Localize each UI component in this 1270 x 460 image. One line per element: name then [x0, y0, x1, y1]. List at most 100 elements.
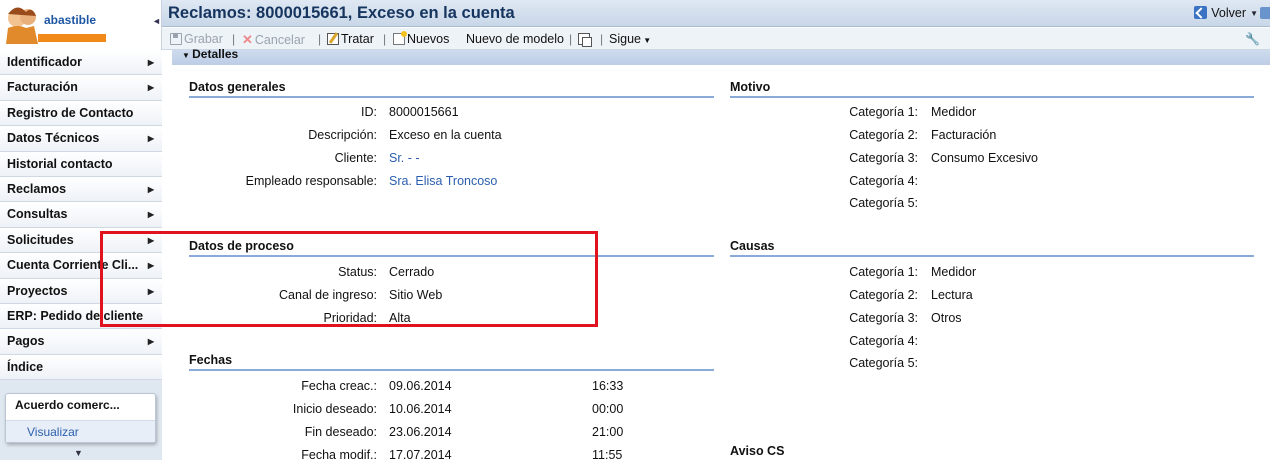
scroll-down-icon[interactable]: ▼: [74, 448, 83, 458]
chevron-right-icon: ▶: [147, 134, 154, 144]
new-from-model-button[interactable]: Nuevo de modelo: [466, 32, 564, 46]
next-button[interactable]: Sigue ▼: [609, 32, 651, 46]
sidebar-item-label: Consultas: [7, 207, 68, 222]
new-model-label: Nuevo de modelo: [466, 32, 564, 46]
new-button[interactable]: Nuevos: [393, 31, 449, 46]
motivo-cat2-value: Facturación: [931, 128, 997, 142]
copy-button[interactable]: [578, 32, 592, 47]
client-link[interactable]: Sr. - -: [389, 151, 420, 165]
highlight-box: [100, 231, 598, 327]
sidebar-nav: Identificador ▶ Facturación ▶ Registro de …: [0, 50, 162, 381]
visualizar-link[interactable]: Visualizar: [6, 420, 155, 442]
collapse-icon: ▼: [182, 51, 193, 60]
toolbar-separator: |: [600, 32, 604, 46]
sidebar-item-historial-contacto[interactable]: Historial contacto: [0, 151, 162, 177]
causa-cat3-value: Otros: [931, 311, 962, 325]
new-document-icon: [393, 31, 407, 45]
copy-icon: [578, 33, 592, 47]
chevron-right-icon: ▶: [147, 337, 154, 347]
toolbar-separator: |: [232, 32, 236, 46]
modified-date-value: 17.07.2014: [389, 448, 452, 460]
id-label: ID:: [361, 105, 377, 119]
logo-text: abastible: [44, 13, 96, 27]
sidebar-item-label: Índice: [7, 359, 44, 374]
edit-icon: [327, 33, 339, 45]
process-label: Tratar: [341, 32, 374, 46]
abastible-logo: abastible: [4, 4, 106, 44]
page-header: Reclamos: 8000015661, Exceso en la cuent…: [162, 0, 1270, 27]
page-title: Reclamos: 8000015661, Exceso en la cuent…: [168, 4, 515, 22]
quick-panel-title: Acuerdo comerc...: [15, 398, 120, 412]
description-value: Exceso en la cuenta: [389, 128, 502, 142]
id-value: 8000015661: [389, 105, 459, 119]
causa-cat3-label: Categoría 3:: [849, 311, 918, 325]
details-title-text: Detalles: [192, 47, 239, 61]
section-title-dates: Fechas: [189, 353, 714, 371]
back-icon: [1194, 6, 1208, 19]
toolbar-separator: |: [318, 32, 322, 46]
chevron-right-icon: ▶: [147, 210, 154, 220]
sidebar-item-datos-tecnicos[interactable]: Datos Técnicos ▶: [0, 126, 162, 152]
desired-end-label: Fin deseado:: [304, 425, 377, 439]
caret-down-icon[interactable]: ▼: [1250, 9, 1258, 18]
desired-start-value: 10.06.2014: [389, 402, 452, 416]
caret-down-icon: ▼: [640, 36, 652, 45]
sidebar-item-label: Pagos: [7, 334, 45, 349]
created-time-value: 16:33: [592, 379, 624, 393]
sidebar-item-label: Proyectos: [7, 283, 68, 298]
section-title-aviso: Aviso CS: [730, 444, 1254, 460]
cancel-button[interactable]: ✕ Cancelar: [242, 32, 305, 48]
details-title: ▼ Detalles: [182, 47, 238, 61]
motivo-cat1-value: Medidor: [931, 105, 977, 119]
causa-cat2-label: Categoría 2:: [849, 288, 918, 302]
desired-end-time: 21:00: [592, 425, 624, 439]
details-bar[interactable]: ▼ Detalles: [172, 47, 1270, 65]
modified-date-label: Fecha modif.:: [301, 448, 377, 460]
close-icon: ✕: [242, 32, 253, 47]
sidebar-item-registro-contacto[interactable]: Registro de Contacto: [0, 100, 162, 127]
client-label: Cliente:: [334, 151, 377, 165]
save-button[interactable]: Grabar: [170, 32, 223, 46]
sidebar-item-label: Facturación: [7, 80, 78, 95]
sidebar-item-pagos[interactable]: Pagos ▶: [0, 329, 162, 355]
desired-start-label: Inicio deseado:: [292, 402, 377, 416]
motivo-cat3-label: Categoría 3:: [849, 151, 918, 165]
sidebar: abastible ◄ Identificador ▶ Facturación ▶ …: [0, 0, 162, 460]
sidebar-item-indice[interactable]: Índice: [0, 354, 162, 381]
desired-start-time: 00:00: [592, 402, 624, 416]
back-label: Volver: [1211, 6, 1246, 20]
sidebar-item-label: Reclamos: [7, 181, 67, 196]
causa-cat1-value: Medidor: [931, 265, 977, 279]
desired-end-value: 23.06.2014: [389, 425, 452, 439]
created-date-value: 09.06.2014: [389, 379, 452, 393]
collapse-sidebar-icon[interactable]: ◄: [152, 16, 161, 26]
causa-cat5-label: Categoría 5:: [849, 356, 918, 370]
sidebar-item-reclamos[interactable]: Reclamos ▶: [0, 176, 162, 203]
section-title-causas: Causas: [730, 239, 1254, 257]
chevron-right-icon: ▶: [147, 58, 154, 67]
employee-link[interactable]: Sra. Elisa Troncoso: [389, 174, 497, 188]
motivo-cat3-value: Consumo Excesivo: [931, 151, 1038, 165]
back-button[interactable]: Volver: [1194, 6, 1246, 20]
logo-area: abastible: [0, 0, 152, 50]
section-title-motivo: Motivo: [730, 80, 1254, 98]
next-label: Sigue: [609, 32, 641, 46]
save-icon: [170, 33, 182, 45]
toolbar-separator: |: [383, 32, 387, 46]
process-button[interactable]: Tratar: [327, 32, 374, 46]
wrench-icon[interactable]: 🔧: [1245, 32, 1260, 46]
sidebar-item-label: Datos Técnicos: [7, 131, 100, 146]
save-label: Grabar: [184, 32, 223, 46]
causa-cat4-label: Categoría 4:: [849, 334, 918, 348]
quick-panel: Acuerdo comerc... Visualizar: [5, 393, 156, 443]
sidebar-item-label: Registro de Contacto: [7, 105, 134, 120]
causa-cat2-value: Lectura: [931, 288, 973, 302]
motivo-cat4-label: Categoría 4:: [849, 174, 918, 188]
window-icon[interactable]: [1260, 7, 1270, 19]
chevron-right-icon: ▶: [147, 184, 154, 194]
sidebar-item-consultas[interactable]: Consultas ▶: [0, 202, 162, 228]
sidebar-item-label: Identificador: [7, 55, 83, 69]
sidebar-item-facturacion[interactable]: Facturación ▶: [0, 75, 162, 101]
sidebar-item-identificador[interactable]: Identificador ▶: [0, 50, 162, 76]
cancel-label: Cancelar: [254, 33, 305, 47]
